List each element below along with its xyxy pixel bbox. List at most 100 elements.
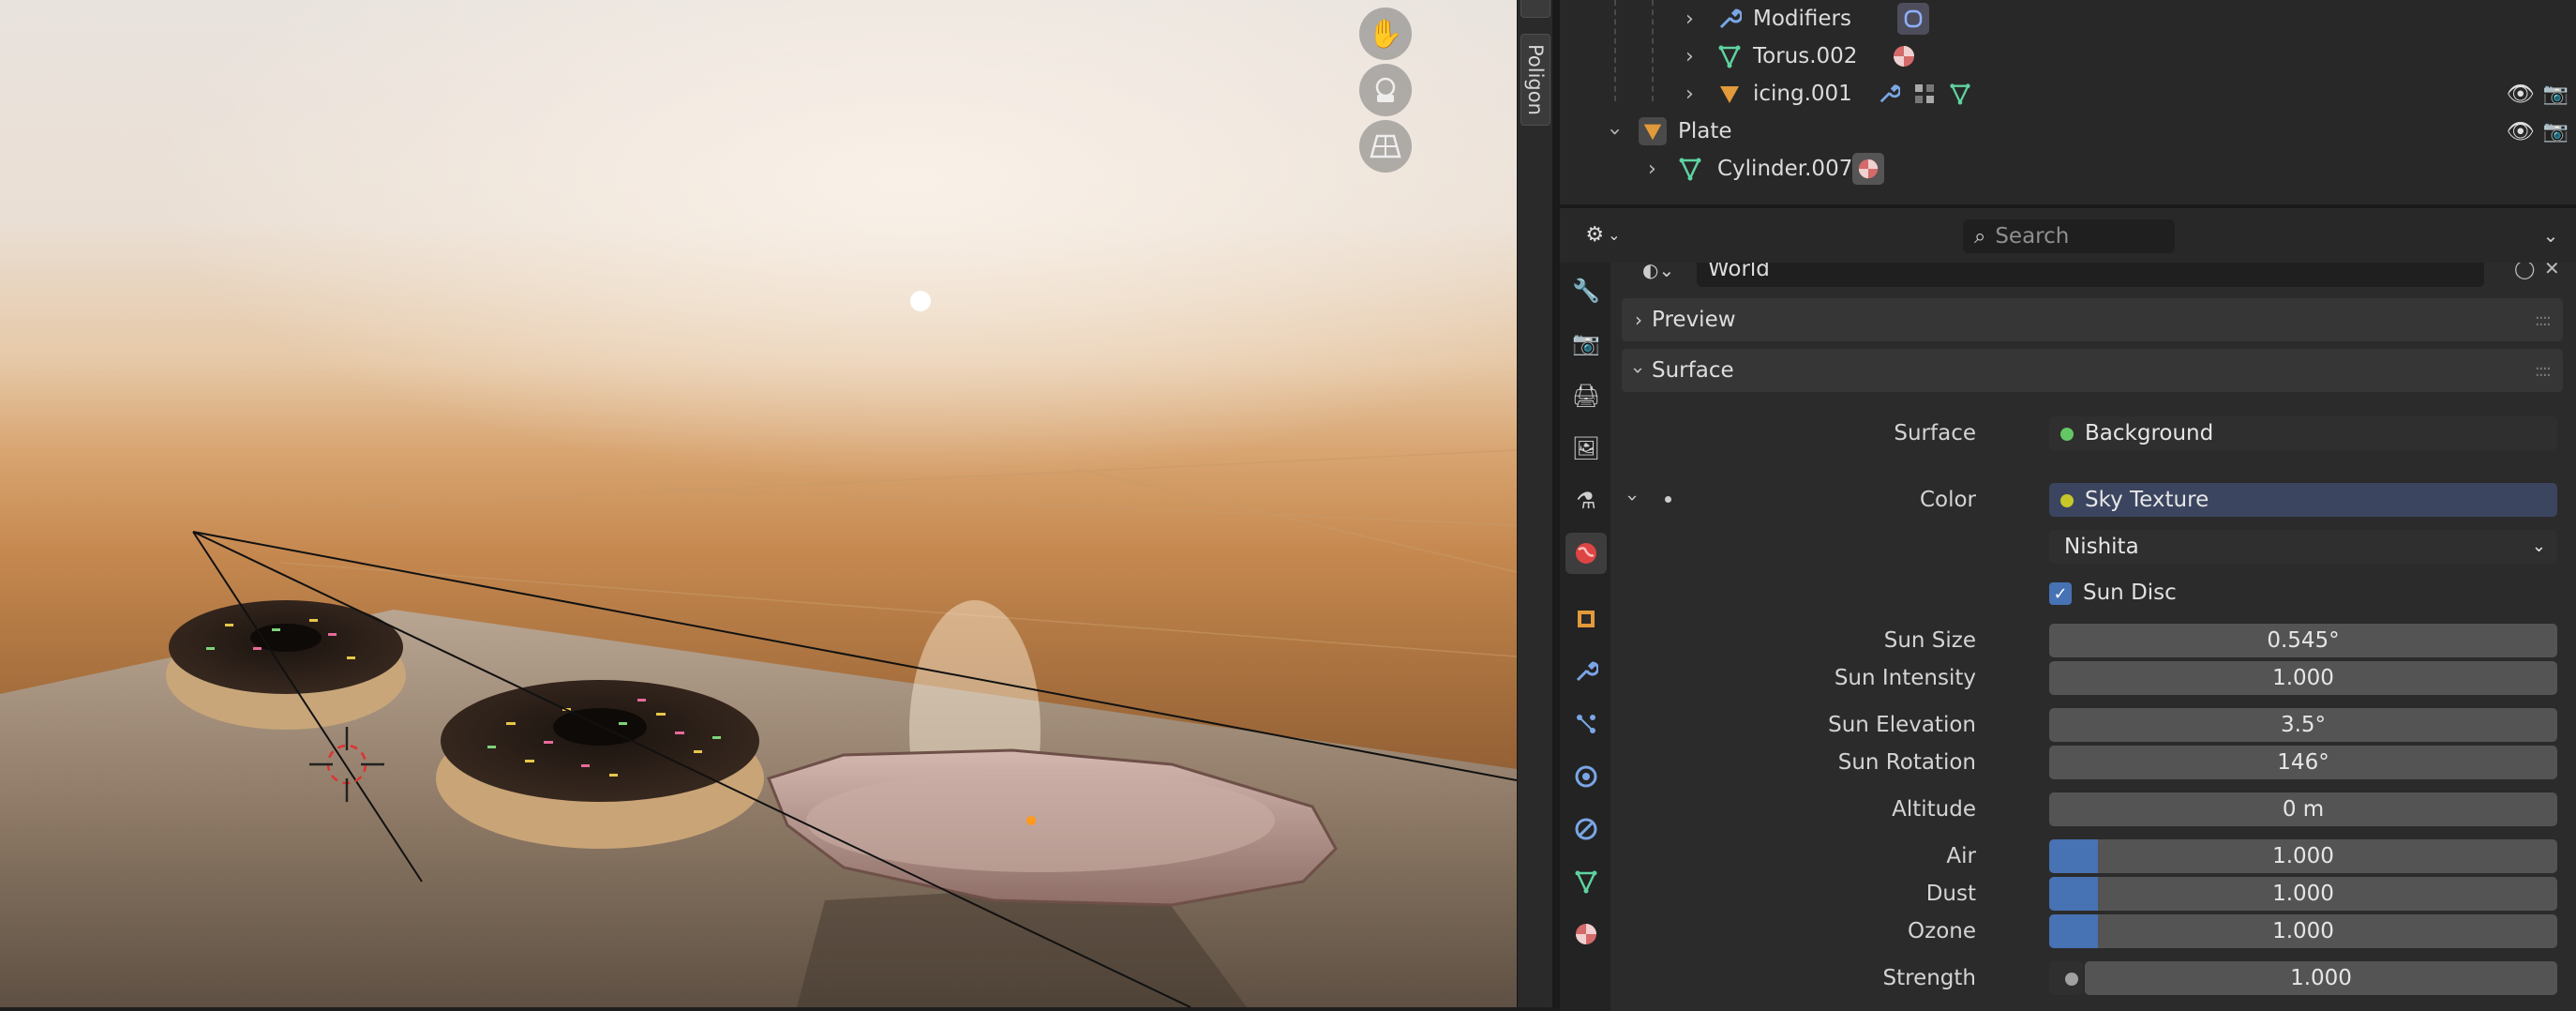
tab-particles[interactable]: [1565, 703, 1607, 745]
close-icon[interactable]: ✕: [2544, 263, 2560, 279]
tab-output[interactable]: 🖨: [1565, 375, 1607, 416]
mesh-icon[interactable]: [1946, 80, 1974, 108]
strength-field[interactable]: 1.000: [2085, 961, 2557, 995]
sky-type-dropdown[interactable]: Nishita ⌄: [2049, 530, 2557, 564]
tab-modifiers[interactable]: [1565, 651, 1607, 692]
tab-object[interactable]: [1565, 598, 1607, 640]
mesh-icon: [1575, 870, 1597, 894]
altitude-field[interactable]: 0 m: [2049, 792, 2557, 826]
chevron-right-icon[interactable]: ›: [1685, 83, 1694, 106]
sun-rotation-field[interactable]: 146°: [2049, 746, 2557, 779]
render-icon: 📷: [1572, 330, 1600, 356]
modifier-badge[interactable]: [1897, 3, 1929, 35]
3d-viewport[interactable]: ✋: [0, 0, 1517, 1007]
tab-data[interactable]: [1565, 861, 1607, 902]
physics-icon: [1575, 765, 1597, 788]
toggle-perspective-button[interactable]: [1359, 120, 1412, 173]
prop-altitude: Altitude 0 m: [1610, 792, 2576, 830]
properties-header: ⚙ ⌄ ⌕ Search ⌄: [1560, 208, 2576, 263]
prop-sun-size: Sun Size 0.545°: [1610, 624, 2576, 661]
tab-tool[interactable]: 🔧: [1565, 270, 1607, 311]
object-icon: [1715, 80, 1744, 108]
object-icon: [1578, 611, 1595, 627]
constraints-icon: [1575, 818, 1597, 840]
sidebar-tab-view[interactable]: [1520, 0, 1550, 18]
tab-view-layer[interactable]: 🖼: [1565, 428, 1607, 469]
sidebar-tab-poligon[interactable]: Poligon: [1520, 34, 1550, 126]
chevron-down-icon: ⌄: [2531, 536, 2546, 556]
surface-shader-field[interactable]: Background: [2049, 416, 2557, 450]
camera-icon[interactable]: 📷: [2543, 83, 2569, 106]
outliner-row-cylinder[interactable]: › Cylinder.007: [1560, 150, 2576, 188]
properties-content: ◐⌄ World ◯ ✕ › Preview :::: › Surface ::…: [1610, 263, 2576, 1011]
material-icon[interactable]: [1852, 153, 1884, 185]
prop-color: › Color Sky Texture: [1610, 483, 2576, 521]
color-socket-icon: [2060, 493, 2074, 507]
options-dropdown[interactable]: ⌄: [2537, 221, 2565, 249]
air-slider[interactable]: 1.000: [2049, 839, 2557, 873]
perspective-grid-icon: [1370, 134, 1401, 158]
drag-handle-icon[interactable]: ::::: [2535, 361, 2552, 381]
prop-sun-disc: ✓ Sun Disc: [1610, 577, 2576, 614]
sun-size-field[interactable]: 0.545°: [2049, 624, 2557, 657]
tab-constraints[interactable]: [1565, 808, 1607, 850]
value-socket-icon: [2064, 972, 2078, 986]
outliner-row-torus[interactable]: › Torus.002: [1560, 38, 2576, 75]
outliner-row-modifiers[interactable]: › Modifiers: [1560, 0, 2576, 38]
panel-preview[interactable]: › Preview ::::: [1622, 298, 2563, 341]
sidebar-tab-strip: [1517, 0, 1553, 1007]
chevron-right-icon[interactable]: ›: [1648, 158, 1656, 181]
chevron-right-icon: ›: [1635, 309, 1642, 331]
world-icon: [1576, 543, 1596, 564]
material-icon: [1576, 924, 1596, 944]
mesh-icon: [1676, 155, 1704, 183]
sun-elevation-field[interactable]: 3.5°: [2049, 708, 2557, 742]
prop-sun-intensity: Sun Intensity 1.000: [1610, 661, 2576, 699]
world-icon[interactable]: ◐⌄: [1642, 263, 1674, 281]
sun-intensity-field[interactable]: 1.000: [2049, 661, 2557, 695]
prop-ozone: Ozone 1.000: [1610, 914, 2576, 952]
particles-icon[interactable]: [1910, 80, 1939, 108]
prop-surface: Surface Background: [1610, 416, 2576, 454]
outliner-row-plate[interactable]: › Plate 👁 📷: [1560, 113, 2576, 150]
prop-strength: Strength 1.000: [1610, 961, 2576, 999]
prop-sun-rotation: Sun Rotation 146°: [1610, 746, 2576, 783]
pan-view-button[interactable]: ✋: [1359, 8, 1412, 60]
properties-tabbar: 🔧 📷 🖨 🖼 ⚗: [1560, 263, 1610, 1011]
slider-fill: [2049, 877, 2098, 911]
subdivision-icon: [1904, 9, 1923, 28]
tab-scene[interactable]: ⚗: [1565, 480, 1607, 521]
properties-editor-icon: ⚙: [1585, 222, 1605, 247]
prop-sun-elevation: Sun Elevation 3.5°: [1610, 708, 2576, 746]
camera-icon[interactable]: 📷: [2543, 120, 2569, 143]
chevron-right-icon[interactable]: ›: [1685, 8, 1694, 31]
strength-link-button[interactable]: [2049, 961, 2083, 995]
camera-view-button[interactable]: [1359, 64, 1412, 116]
tab-render[interactable]: 📷: [1565, 323, 1607, 364]
panel-surface[interactable]: › Surface ::::: [1622, 349, 2563, 392]
tab-physics[interactable]: [1565, 756, 1607, 797]
eye-icon[interactable]: 👁: [2507, 81, 2535, 107]
fake-user-icon[interactable]: ◯: [2514, 263, 2535, 279]
chevron-down-icon[interactable]: ›: [1603, 128, 1626, 136]
world-name-field[interactable]: World: [1697, 263, 2484, 287]
dust-slider[interactable]: 1.000: [2049, 877, 2557, 911]
camera-orbit-icon: [1375, 77, 1396, 102]
material-icon[interactable]: [1890, 42, 1918, 70]
slider-fill: [2049, 839, 2098, 873]
editor-type-button[interactable]: ⚙ ⌄: [1577, 218, 1629, 251]
drag-handle-icon[interactable]: ::::: [2535, 310, 2552, 330]
ozone-slider[interactable]: 1.000: [2049, 914, 2557, 948]
prop-dust: Dust 1.000: [1610, 877, 2576, 914]
tab-world[interactable]: [1565, 533, 1607, 574]
shader-socket-icon: [2060, 427, 2074, 441]
sun-disc-checkbox[interactable]: ✓: [2049, 582, 2072, 605]
wrench-icon[interactable]: [1875, 80, 1903, 108]
chevron-right-icon[interactable]: ›: [1685, 45, 1694, 68]
outliner-row-icing[interactable]: › icing.001 👁 📷: [1560, 75, 2576, 113]
eye-icon[interactable]: 👁: [2507, 118, 2535, 144]
color-input-field[interactable]: Sky Texture: [2049, 483, 2557, 517]
area-divider[interactable]: [1552, 0, 1560, 1007]
tab-material[interactable]: [1565, 913, 1607, 955]
search-input[interactable]: ⌕ Search: [1963, 219, 2175, 253]
